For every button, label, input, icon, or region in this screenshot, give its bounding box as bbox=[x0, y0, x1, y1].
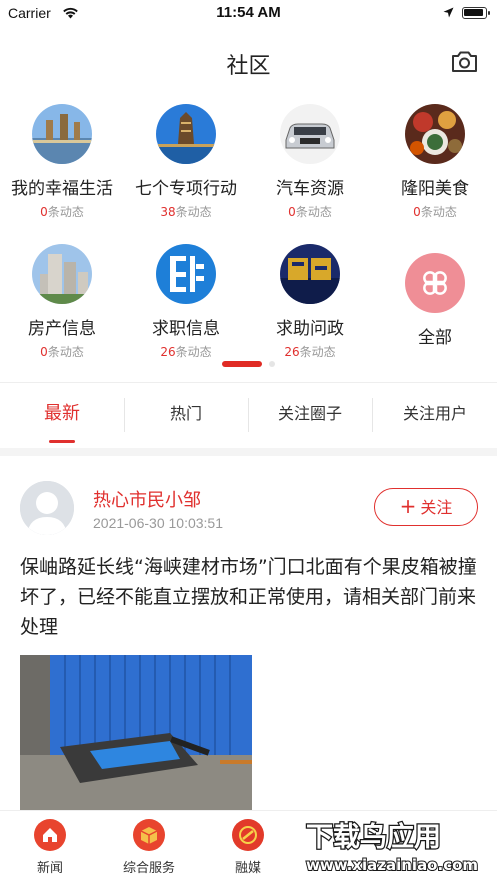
box-icon bbox=[133, 819, 165, 851]
divider bbox=[124, 398, 125, 432]
circle-name: 我的幸福生活 bbox=[11, 179, 113, 199]
circle-item-longyang-food[interactable]: 隆阳美食 0条动态 bbox=[373, 104, 497, 220]
svg-text:下载鸟应用: 下载鸟应用 bbox=[306, 821, 441, 853]
location-arrow-icon bbox=[443, 7, 454, 18]
tab-hot[interactable]: 热门 bbox=[124, 384, 248, 444]
tab-label: 关注圈子 bbox=[277, 404, 342, 423]
circle-name: 全部 bbox=[418, 328, 452, 348]
circle-item-seven-actions[interactable]: 七个专项行动 38条动态 bbox=[124, 104, 248, 220]
follow-button[interactable]: + 关注 bbox=[374, 488, 478, 526]
battery-icon bbox=[462, 7, 490, 19]
circle-count: 0条动态 bbox=[288, 205, 332, 219]
tab-followed-users[interactable]: 关注用户 bbox=[373, 384, 497, 444]
circle-name: 房产信息 bbox=[28, 319, 96, 339]
clover-icon bbox=[405, 253, 465, 313]
status-bar: Carrier 11:54 AM bbox=[0, 0, 497, 28]
tab-latest[interactable]: 最新 bbox=[0, 384, 124, 444]
tabbar-item-media[interactable]: 融媒 bbox=[198, 819, 298, 876]
post-content: 保岫路延长线“海峡建材市场”门口北面有个果皮箱被撞坏了，已经不能直立摆放和正常使… bbox=[20, 556, 477, 638]
circle-avatar bbox=[32, 104, 92, 164]
post-timestamp: 2021-06-30 10:03:51 bbox=[93, 515, 223, 531]
plus-icon: + bbox=[399, 494, 417, 518]
section-separator bbox=[0, 448, 497, 456]
circle-avatar bbox=[156, 104, 216, 164]
page-indicator-dot bbox=[269, 361, 275, 367]
circle-item-happy-life[interactable]: 我的幸福生活 0条动态 bbox=[0, 104, 124, 220]
camera-icon[interactable] bbox=[451, 50, 478, 73]
tabbar-label: 融媒 bbox=[234, 861, 261, 876]
circle-avatar bbox=[280, 244, 340, 304]
clock: 11:54 AM bbox=[216, 4, 281, 21]
circle-avatar bbox=[280, 104, 340, 164]
circle-avatar bbox=[32, 244, 92, 304]
circle-name: 求助问政 bbox=[276, 319, 344, 339]
circle-item-all[interactable]: 全部 bbox=[373, 253, 497, 348]
tab-label: 关注用户 bbox=[402, 404, 467, 423]
circle-name: 隆阳美食 bbox=[401, 179, 469, 199]
circle-name: 七个专项行动 bbox=[135, 179, 237, 199]
circle-item-real-estate[interactable]: 房产信息 0条动态 bbox=[0, 244, 124, 360]
circle-count: 0条动态 bbox=[40, 205, 84, 219]
tab-indicator bbox=[49, 440, 75, 443]
divider bbox=[0, 382, 497, 383]
home-icon bbox=[34, 819, 66, 851]
circle-count: 26条动态 bbox=[160, 345, 212, 359]
circle-item-car-resources[interactable]: 汽车资源 0条动态 bbox=[248, 104, 372, 220]
tabbar-label: 新闻 bbox=[36, 861, 63, 876]
svg-text:www.xiazainiao.com: www.xiazainiao.com bbox=[306, 856, 478, 874]
circle-item-job-info[interactable]: 求职信息 26条动态 bbox=[124, 244, 248, 360]
page-title: 社区 bbox=[226, 54, 271, 79]
tabbar-label: 综合服务 bbox=[122, 861, 175, 876]
nav-bar: 社区 bbox=[0, 40, 497, 84]
tabbar-item-services[interactable]: 综合服务 bbox=[99, 819, 199, 876]
circle-count: 26条动态 bbox=[284, 345, 336, 359]
follow-label: 关注 bbox=[420, 498, 453, 517]
circle-count: 0条动态 bbox=[40, 345, 84, 359]
tabbar-item-news[interactable]: 新闻 bbox=[0, 819, 100, 876]
watermark: 下载鸟应用 www.xiazainiao.com bbox=[300, 814, 497, 883]
circle-count: 0条动态 bbox=[413, 205, 457, 219]
divider bbox=[248, 398, 249, 432]
avatar[interactable] bbox=[20, 481, 74, 535]
party-emblem-icon bbox=[232, 819, 264, 851]
tab-label: 热门 bbox=[169, 404, 202, 423]
page-indicator-active bbox=[222, 361, 262, 367]
circle-item-help-politics[interactable]: 求助问政 26条动态 bbox=[248, 244, 372, 360]
tab-followed-circles[interactable]: 关注圈子 bbox=[248, 384, 372, 444]
circle-name: 求职信息 bbox=[152, 319, 220, 339]
circle-name: 汽车资源 bbox=[276, 179, 344, 199]
circle-avatar bbox=[156, 244, 216, 304]
circle-avatar bbox=[405, 104, 465, 164]
post-username[interactable]: 热心市民小邹 bbox=[93, 486, 201, 512]
tab-label: 最新 bbox=[44, 403, 80, 424]
post-image[interactable] bbox=[20, 655, 252, 810]
circle-count: 38条动态 bbox=[160, 205, 212, 219]
divider bbox=[372, 398, 373, 432]
